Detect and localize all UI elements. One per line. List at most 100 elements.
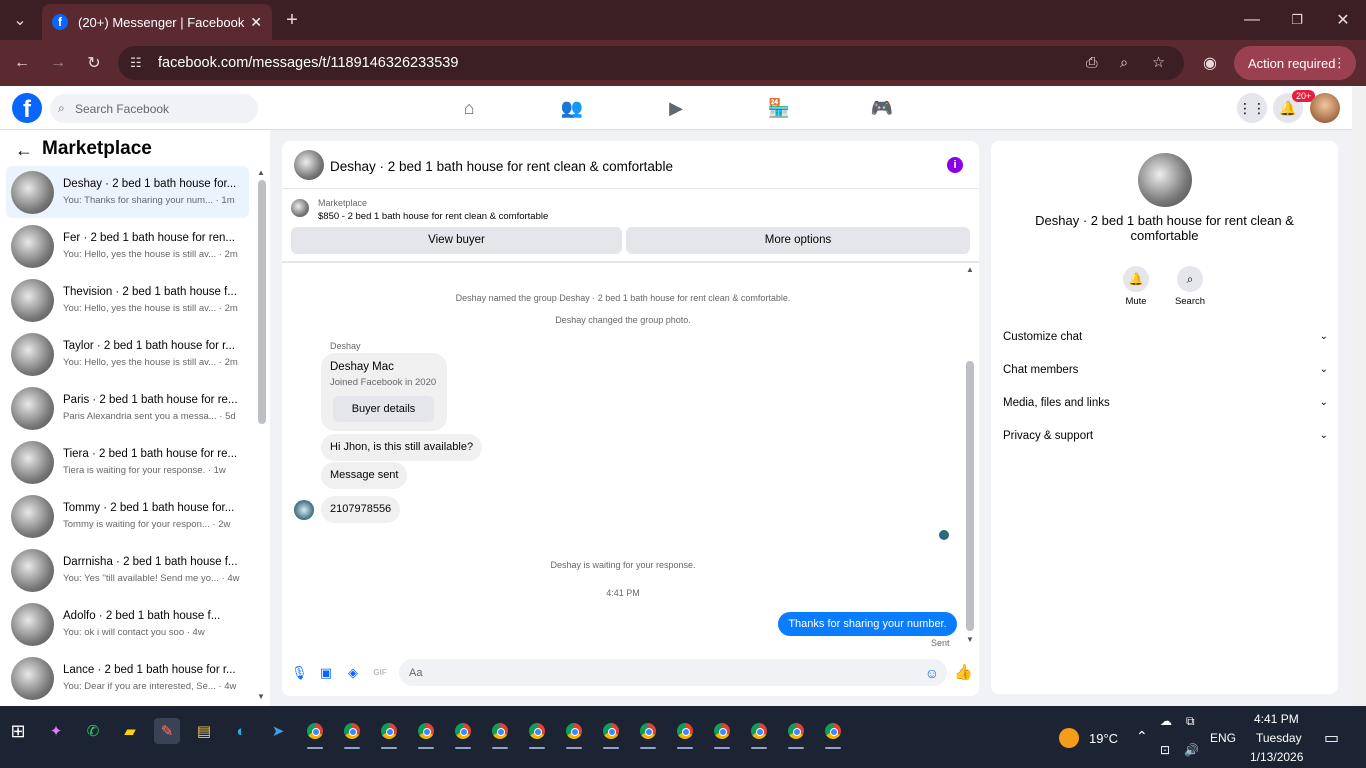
conversation-item[interactable]: Adolfo · 2 bed 1 bath house f... You: ok …	[6, 598, 249, 650]
chat-title[interactable]: Deshay · 2 bed 1 bath house for rent cle…	[330, 159, 673, 174]
chrome-window-icon[interactable]	[783, 718, 809, 749]
chrome-window-icon[interactable]	[376, 718, 402, 749]
group-photo[interactable]	[1138, 153, 1192, 207]
minimize-icon[interactable]: —	[1238, 6, 1266, 34]
privacy-support-row[interactable]: Privacy & support ⌄	[1003, 430, 1328, 450]
gif-icon[interactable]: GIF	[372, 665, 388, 681]
edge-icon[interactable]: ◐	[228, 718, 254, 744]
facebook-logo[interactable]: f	[12, 93, 42, 123]
chrome-window-icon[interactable]	[339, 718, 365, 749]
language-indicator[interactable]: ENG	[1210, 731, 1236, 745]
view-buyer-button[interactable]: View buyer	[291, 227, 622, 254]
chat-avatar[interactable]	[294, 150, 324, 180]
gaming-icon[interactable]: 🎮	[870, 96, 894, 120]
scroll-up-icon[interactable]: ▲	[966, 265, 974, 274]
chrome-window-icon[interactable]	[487, 718, 513, 749]
chrome-window-icon[interactable]	[598, 718, 624, 749]
listing-thumbnail[interactable]	[291, 199, 309, 217]
reload-icon[interactable]: ↻	[80, 49, 108, 77]
conversation-item[interactable]: Deshay · 2 bed 1 bath house for... You: T…	[6, 166, 249, 218]
facebook-search-input[interactable]: ⌕ Search Facebook	[50, 94, 258, 123]
conversation-scrollbar[interactable]	[258, 180, 266, 424]
search-icon[interactable]: ⌕	[1177, 266, 1203, 292]
media-files-links-row[interactable]: Media, files and links ⌄	[1003, 397, 1328, 417]
more-options-button[interactable]: More options	[626, 227, 970, 254]
page-scrollbar[interactable]	[1352, 86, 1366, 706]
restore-icon[interactable]: ❐	[1283, 6, 1311, 34]
clock-time[interactable]: 4:41 PM	[1254, 712, 1299, 726]
chrome-window-icon[interactable]	[450, 718, 476, 749]
scroll-down-icon[interactable]: ▼	[257, 692, 265, 701]
friends-icon[interactable]: 👥	[560, 96, 584, 120]
scroll-down-icon[interactable]: ▼	[966, 635, 974, 644]
install-app-icon[interactable]: ⎙	[1086, 55, 1098, 71]
info-icon[interactable]: i	[947, 157, 963, 173]
chrome-window-icon[interactable]	[561, 718, 587, 749]
conversation-item[interactable]: Thevision · 2 bed 1 bath house f... You: …	[6, 274, 249, 326]
conversation-item[interactable]: Fer · 2 bed 1 bath house for ren... You: …	[6, 220, 249, 272]
like-thumb-icon[interactable]: 👍	[954, 665, 973, 681]
forward-icon[interactable]: →	[44, 49, 72, 77]
sticky-notes-icon[interactable]: ▰	[117, 718, 143, 744]
chrome-window-icon[interactable]	[413, 718, 439, 749]
action-required-button[interactable]: Action required ⋮	[1234, 46, 1356, 80]
chrome-window-icon[interactable]	[302, 718, 328, 749]
app-icon[interactable]: ✎	[154, 718, 180, 744]
home-icon[interactable]: ⌂	[457, 96, 481, 120]
windows-start-icon[interactable]: ⊞	[5, 718, 31, 744]
whatsapp-icon[interactable]: ✆	[80, 718, 106, 744]
close-tab-icon[interactable]: ✕	[250, 14, 262, 31]
scroll-up-icon[interactable]: ▲	[257, 168, 265, 177]
clock-day[interactable]: Tuesday	[1256, 731, 1302, 745]
tray-chevron-up-icon[interactable]: ⌃	[1136, 728, 1148, 745]
conversation-item[interactable]: Lance · 2 bed 1 bath house for r... You: …	[6, 652, 249, 704]
chat-scrollbar[interactable]	[966, 361, 974, 631]
conversation-item[interactable]: Darrnisha · 2 bed 1 bath house f... You: …	[6, 544, 249, 596]
browser-tab[interactable]: f (20+) Messenger | Facebook ✕	[42, 4, 272, 40]
account-avatar[interactable]	[1310, 93, 1340, 123]
listing-price-title[interactable]: $850 - 2 bed 1 bath house for rent clean…	[318, 211, 548, 222]
volume-icon[interactable]: 🔊	[1184, 743, 1199, 757]
customize-chat-row[interactable]: Customize chat ⌄	[1003, 331, 1328, 351]
chrome-window-icon[interactable]	[672, 718, 698, 749]
site-info-icon[interactable]: ☷	[130, 55, 142, 71]
address-bar[interactable]: ☷ facebook.com/messages/t/11891463262335…	[118, 46, 1184, 80]
close-window-icon[interactable]: ✕	[1329, 6, 1357, 34]
buyer-details-button[interactable]: Buyer details	[333, 396, 434, 422]
sticker-icon[interactable]: ◈	[345, 665, 361, 681]
emoji-icon[interactable]: ☺	[925, 665, 939, 681]
copilot-icon[interactable]: ✦	[43, 718, 69, 744]
chrome-window-icon[interactable]	[709, 718, 735, 749]
telegram-icon[interactable]: ➤	[265, 718, 291, 744]
mute-bell-icon[interactable]: 🔔	[1123, 266, 1149, 292]
bookmark-star-icon[interactable]: ☆	[1152, 55, 1165, 71]
conversation-item[interactable]: Paris · 2 bed 1 bath house for re... Pari…	[6, 382, 249, 434]
profile-icon[interactable]: ◉	[1196, 49, 1224, 77]
chrome-window-icon[interactable]	[635, 718, 661, 749]
notification-center-icon[interactable]: ▭	[1324, 728, 1339, 748]
video-icon[interactable]: ▶	[664, 96, 688, 120]
menu-grid-icon[interactable]: ⋮⋮	[1237, 93, 1267, 123]
marketplace-icon[interactable]: 🏪	[767, 96, 791, 120]
file-explorer-icon[interactable]: ▤	[191, 718, 217, 744]
weather-icon[interactable]	[1059, 728, 1079, 748]
chrome-window-icon[interactable]	[524, 718, 550, 749]
message-input[interactable]: Aa ☺	[399, 659, 947, 686]
onedrive-icon[interactable]: ☁	[1160, 714, 1172, 728]
meet-now-icon[interactable]: ⧉	[1186, 714, 1195, 729]
chrome-window-icon[interactable]	[820, 718, 846, 749]
menu-dots-icon[interactable]: ⋮	[1333, 55, 1346, 71]
clock-date[interactable]: 1/13/2026	[1250, 750, 1303, 764]
new-tab-icon[interactable]: +	[278, 6, 306, 34]
conversation-item[interactable]: Tiera · 2 bed 1 bath house for re... Tier…	[6, 436, 249, 488]
zoom-icon[interactable]: ⌕	[1120, 55, 1128, 71]
chrome-window-icon[interactable]	[746, 718, 772, 749]
tab-list-icon[interactable]: ⌄	[6, 6, 34, 34]
back-icon[interactable]: ←	[8, 49, 36, 77]
back-arrow-icon[interactable]: ←	[15, 140, 33, 161]
chat-members-row[interactable]: Chat members ⌄	[1003, 364, 1328, 384]
microphone-icon[interactable]: 🎙	[291, 665, 308, 681]
photo-icon[interactable]: ▣	[318, 665, 334, 681]
network-icon[interactable]: ⊡	[1160, 743, 1170, 757]
conversation-item[interactable]: Taylor · 2 bed 1 bath house for r... You:…	[6, 328, 249, 380]
